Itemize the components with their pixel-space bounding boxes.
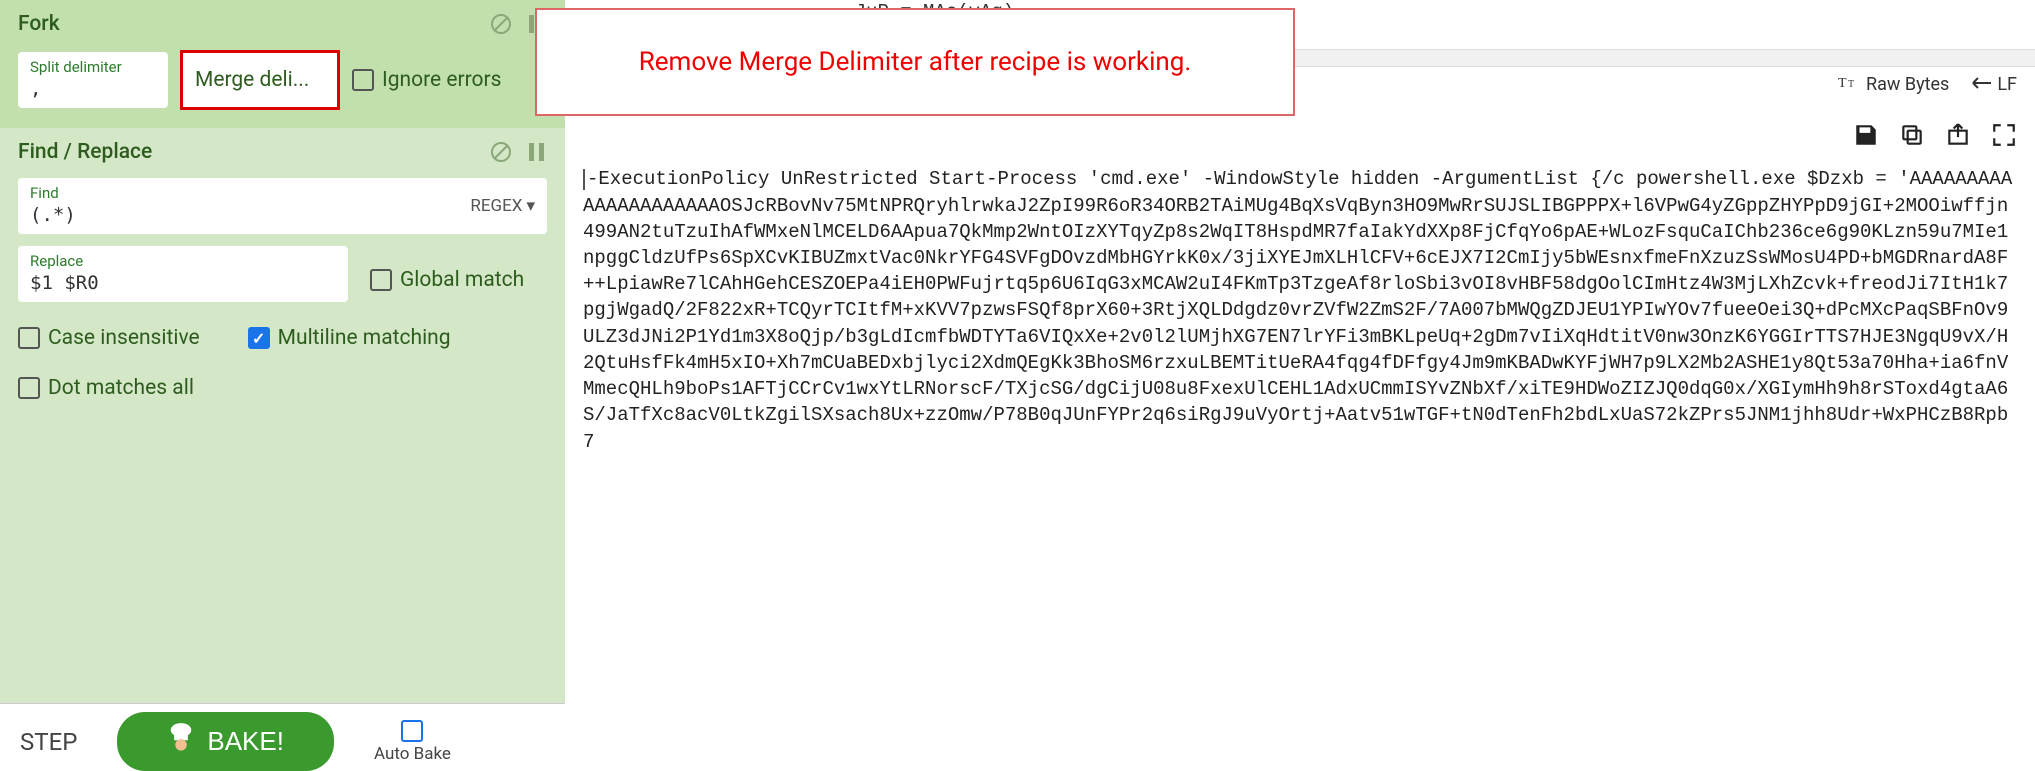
- step-button[interactable]: STEP: [20, 728, 77, 756]
- findreplace-controls: [489, 140, 547, 164]
- lf-label: LF: [1997, 74, 2017, 95]
- chef-icon: [167, 722, 195, 761]
- multiline-option[interactable]: Multiline matching: [248, 326, 451, 350]
- disable-icon[interactable]: [489, 12, 513, 36]
- ignore-errors-option[interactable]: Ignore errors: [352, 68, 501, 92]
- autobake-checkbox[interactable]: [401, 720, 423, 742]
- operation-fork: Fork Split delimiter , Merge deli... Ign…: [0, 0, 565, 128]
- case-insensitive-option[interactable]: Case insensitive: [18, 326, 200, 350]
- ignore-errors-label: Ignore errors: [382, 68, 501, 92]
- findreplace-title: Find / Replace: [18, 140, 152, 164]
- fork-header: Fork: [18, 12, 547, 36]
- svg-text:T: T: [1848, 79, 1854, 90]
- replace-field[interactable]: Replace $1 $R0: [18, 246, 348, 302]
- case-insensitive-label: Case insensitive: [48, 326, 200, 350]
- recipe-panel: Fork Split delimiter , Merge deli... Ign…: [0, 0, 565, 771]
- chevron-down-icon: ▾: [526, 196, 535, 216]
- split-delimiter-label: Split delimiter: [30, 58, 156, 76]
- regex-label: REGEX: [470, 196, 522, 216]
- dot-matches-option[interactable]: Dot matches all: [18, 376, 194, 400]
- text-cursor: [583, 169, 585, 190]
- svg-text:T: T: [1838, 76, 1847, 91]
- merge-delimiter-field[interactable]: Merge deli...: [180, 50, 340, 110]
- text-case-icon: TT: [1838, 73, 1860, 96]
- copy-icon[interactable]: [1899, 122, 1925, 152]
- output-toolbar-row2: [565, 116, 2035, 158]
- split-delimiter-value: ,: [30, 78, 156, 100]
- autobake-label: Auto Bake: [374, 744, 451, 764]
- replace-value: $1 $R0: [30, 272, 336, 294]
- merge-delimiter-label: Merge deli...: [195, 68, 309, 92]
- output-text-area[interactable]: -ExecutionPolicy UnRestricted Start-Proc…: [565, 158, 2035, 462]
- dot-matches-checkbox[interactable]: [18, 377, 40, 399]
- operation-findreplace: Find / Replace Find (.*) REGEX ▾: [0, 128, 565, 418]
- global-match-label: Global match: [400, 268, 524, 292]
- raw-bytes-label: Raw Bytes: [1866, 74, 1949, 95]
- move-to-input-icon[interactable]: [1945, 122, 1971, 152]
- bottom-bar: STEP BAKE! Auto Bake: [0, 703, 565, 771]
- find-value: (.*): [30, 204, 470, 226]
- multiline-label: Multiline matching: [278, 326, 451, 350]
- output-text: -ExecutionPolicy UnRestricted Start-Proc…: [583, 168, 2012, 452]
- annotation-callout: Remove Merge Delimiter after recipe is w…: [535, 8, 1295, 116]
- findreplace-header: Find / Replace: [18, 140, 547, 164]
- return-arrow-icon: [1969, 74, 1991, 95]
- char-encoding-toggle[interactable]: TT Raw Bytes: [1838, 73, 1949, 96]
- bake-button[interactable]: BAKE!: [117, 712, 334, 771]
- bake-label: BAKE!: [207, 726, 284, 757]
- output-panel: Remove Merge Delimiter after recipe is w…: [565, 0, 2035, 771]
- annotation-text: Remove Merge Delimiter after recipe is w…: [639, 47, 1192, 77]
- save-icon[interactable]: [1853, 122, 1879, 152]
- replace-label: Replace: [30, 252, 336, 270]
- findreplace-args: Find (.*) REGEX ▾ Replace $1 $R0 Global …: [18, 178, 547, 400]
- maximize-icon[interactable]: [1991, 122, 2017, 152]
- multiline-checkbox[interactable]: [248, 327, 270, 349]
- case-insensitive-checkbox[interactable]: [18, 327, 40, 349]
- fork-args: Split delimiter , Merge deli... Ignore e…: [18, 50, 547, 110]
- autobake-toggle[interactable]: Auto Bake: [374, 720, 451, 764]
- pause-icon[interactable]: [527, 140, 547, 164]
- regex-type-dropdown[interactable]: REGEX ▾: [470, 196, 535, 216]
- global-match-checkbox[interactable]: [370, 269, 392, 291]
- dot-matches-label: Dot matches all: [48, 376, 194, 400]
- eol-toggle[interactable]: LF: [1969, 74, 2017, 95]
- disable-icon[interactable]: [489, 140, 513, 164]
- global-match-option[interactable]: Global match: [370, 268, 524, 292]
- ignore-errors-checkbox[interactable]: [352, 69, 374, 91]
- split-delimiter-field[interactable]: Split delimiter ,: [18, 52, 168, 108]
- fork-title: Fork: [18, 12, 60, 36]
- find-field[interactable]: Find (.*) REGEX ▾: [18, 178, 547, 234]
- find-label: Find: [30, 184, 470, 202]
